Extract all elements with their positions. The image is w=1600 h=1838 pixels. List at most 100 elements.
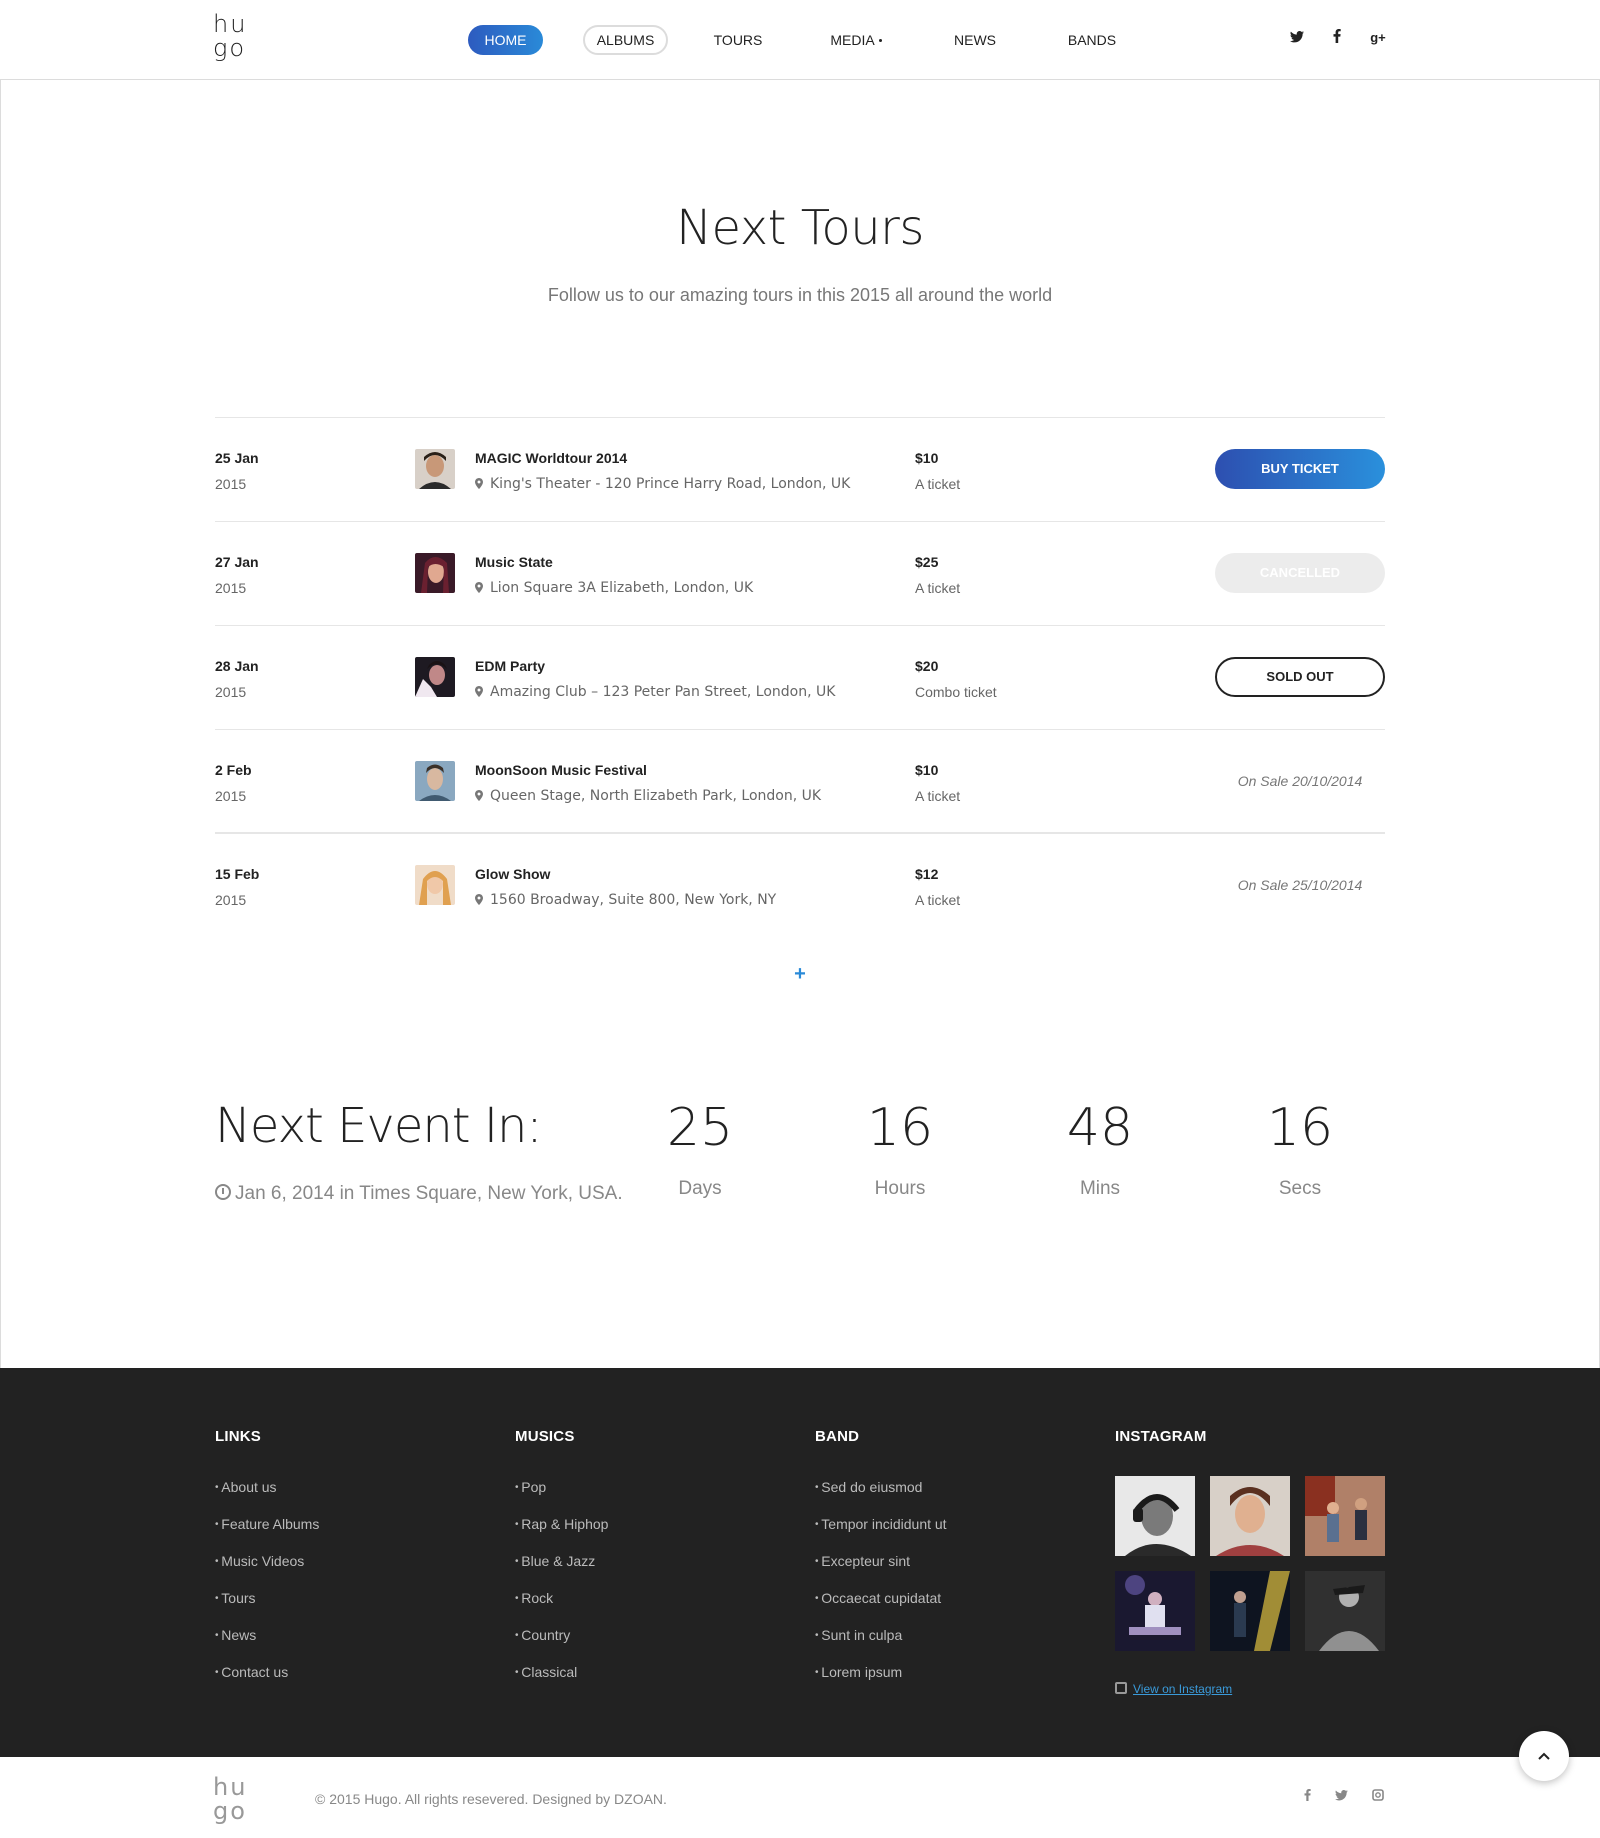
tour-name[interactable]: MAGIC Worldtour 2014 — [475, 450, 627, 466]
buy-ticket-button[interactable]: BUY TICKET — [1215, 449, 1385, 489]
footer-band-column: BAND Sed do eiusmod Tempor incididunt ut… — [815, 1428, 947, 1691]
instagram-icon[interactable] — [1369, 1789, 1387, 1804]
instagram-photo[interactable] — [1210, 1476, 1290, 1556]
tour-location: Lion Square 3A Elizabeth, London, UK — [475, 580, 753, 596]
next-event-description-text: Jan 6, 2014 in Times Square, New York, U… — [235, 1183, 623, 1204]
footer-musics-column: MUSICS Pop Rap & Hiphop Blue & Jazz Rock… — [515, 1428, 608, 1691]
tour-price: $12 — [915, 866, 939, 882]
footer-link[interactable]: Classical — [515, 1654, 608, 1691]
tour-name[interactable]: EDM Party — [475, 658, 545, 674]
footer-link[interactable]: Feature Albums — [215, 1506, 319, 1543]
footer-instagram-column: INSTAGRAM — [1115, 1428, 1207, 1469]
tour-thumbnail[interactable] — [415, 865, 455, 905]
scroll-to-top-button[interactable] — [1519, 1731, 1569, 1781]
tour-thumbnail[interactable] — [415, 657, 455, 697]
map-pin-icon — [475, 478, 483, 489]
nav-media-label: MEDIA — [830, 32, 875, 48]
nav-bands[interactable]: BANDS — [1057, 25, 1127, 55]
twitter-icon[interactable] — [1332, 1789, 1350, 1804]
countdown-label: Secs — [1278, 1178, 1322, 1199]
copyright-text: © 2015 Hugo. All rights resevered. Desig… — [315, 1791, 667, 1807]
map-pin-icon — [475, 894, 483, 905]
footer-link[interactable]: Tempor incididunt ut — [815, 1506, 946, 1543]
twitter-icon[interactable] — [1287, 28, 1307, 48]
tour-thumbnail[interactable] — [415, 761, 455, 801]
footer-link[interactable]: Contact us — [215, 1654, 319, 1691]
tour-price: $20 — [915, 658, 939, 674]
instagram-photo[interactable] — [1115, 1476, 1195, 1556]
footer-heading: INSTAGRAM — [1115, 1428, 1207, 1445]
section-subtitle: Follow us to our amazing tours in this 2… — [547, 285, 1053, 305]
footer-links-column: LINKS About us Feature Albums Music Vide… — [215, 1428, 319, 1691]
tour-location: Queen Stage, North Elizabeth Park, Londo… — [475, 788, 821, 804]
nav-albums[interactable]: ALBUMS — [583, 25, 668, 55]
footer-link[interactable]: Excepteur sint — [815, 1543, 947, 1580]
bottom-bar: hu go © 2015 Hugo. All rights resevered.… — [0, 1757, 1600, 1838]
tour-price: $10 — [915, 450, 939, 466]
tour-year: 2015 — [215, 476, 247, 492]
tour-name[interactable]: MoonSoon Music Festival — [475, 762, 647, 778]
tour-year: 2015 — [215, 580, 247, 596]
dropdown-dot-icon — [878, 38, 882, 42]
countdown-value: 16 — [866, 1098, 934, 1158]
footer-link[interactable]: Country — [515, 1617, 608, 1654]
countdown-value: 48 — [1066, 1098, 1134, 1158]
next-event-description: Jan 6, 2014 in Times Square, New York, U… — [215, 1183, 623, 1205]
tour-ticket-type: Combo ticket — [915, 684, 997, 700]
footer-link[interactable]: Music Videos — [215, 1543, 319, 1580]
facebook-icon[interactable] — [1298, 1789, 1316, 1804]
footer-heading: LINKS — [215, 1428, 261, 1445]
tour-row: 28 Jan 2015 EDM Party Amazing Club – 123… — [215, 625, 1385, 729]
countdown-mins: 48 Mins — [1020, 1098, 1180, 1200]
footer-link[interactable]: Occaecat cupidatat — [815, 1580, 947, 1617]
map-pin-icon — [475, 686, 483, 697]
tour-thumbnail[interactable] — [415, 553, 455, 593]
footer-link[interactable]: Lorem ipsum — [815, 1654, 947, 1691]
site-logo[interactable]: hu go — [213, 12, 247, 60]
tour-location-text: Queen Stage, North Elizabeth Park, Londo… — [490, 788, 822, 804]
footer-link[interactable]: Pop — [515, 1469, 608, 1506]
footer-link[interactable]: Rock — [515, 1580, 608, 1617]
tour-thumbnail[interactable] — [415, 449, 455, 489]
tour-day: 2 Feb — [215, 762, 252, 778]
tour-location: 1560 Broadway, Suite 800, New York, NY — [475, 892, 776, 908]
tour-location: King's Theater - 120 Prince Harry Road, … — [475, 476, 850, 492]
instagram-photo[interactable] — [1115, 1571, 1195, 1651]
nav-media[interactable]: MEDIA — [816, 25, 896, 55]
google-plus-icon[interactable]: g+ — [1368, 28, 1388, 48]
tour-ticket-type: A ticket — [915, 788, 961, 804]
footer-link[interactable]: Tours — [215, 1580, 319, 1617]
instagram-photo[interactable] — [1210, 1571, 1290, 1651]
tour-row: 15 Feb 2015 Glow Show 1560 Broadway, Sui… — [215, 833, 1385, 937]
view-on-instagram-link[interactable]: View on Instagram — [1115, 1682, 1232, 1696]
countdown-label: Mins — [1079, 1178, 1121, 1199]
tour-ticket-type: A ticket — [915, 580, 961, 596]
instagram-photo[interactable] — [1305, 1476, 1385, 1556]
footer-link[interactable]: Blue & Jazz — [515, 1543, 608, 1580]
nav-tours[interactable]: TOURS — [703, 25, 773, 55]
tour-day: 25 Jan — [215, 450, 259, 466]
footer-link[interactable]: About us — [215, 1469, 319, 1506]
instagram-photo[interactable] — [1305, 1571, 1385, 1651]
footer-link[interactable]: Sunt in culpa — [815, 1617, 947, 1654]
tour-day: 27 Jan — [215, 554, 259, 570]
countdown-value: 16 — [1266, 1098, 1334, 1158]
tour-price: $10 — [915, 762, 939, 778]
facebook-icon[interactable] — [1327, 28, 1347, 48]
nav-home[interactable]: HOME — [468, 25, 543, 55]
footer-link[interactable]: Rap & Hiphop — [515, 1506, 608, 1543]
load-more-plus-icon[interactable]: + — [789, 963, 811, 985]
countdown-secs: 16 Secs — [1220, 1098, 1380, 1200]
footer-link[interactable]: Sed do eiusmod — [815, 1469, 947, 1506]
footer-link[interactable]: News — [215, 1617, 319, 1654]
footer-logo[interactable]: hu go — [213, 1775, 247, 1823]
tour-row: 2 Feb 2015 MoonSoon Music Festival Queen… — [215, 729, 1385, 833]
section-title: Next Tours — [676, 200, 924, 256]
tour-row: 27 Jan 2015 Music State Lion Square 3A E… — [215, 521, 1385, 625]
nav-news[interactable]: NEWS — [940, 25, 1010, 55]
tour-name[interactable]: Glow Show — [475, 866, 550, 882]
tour-day: 15 Feb — [215, 866, 260, 882]
tour-list-divider — [215, 832, 1385, 833]
countdown-label: Days — [678, 1178, 722, 1199]
tour-name[interactable]: Music State — [475, 554, 553, 570]
